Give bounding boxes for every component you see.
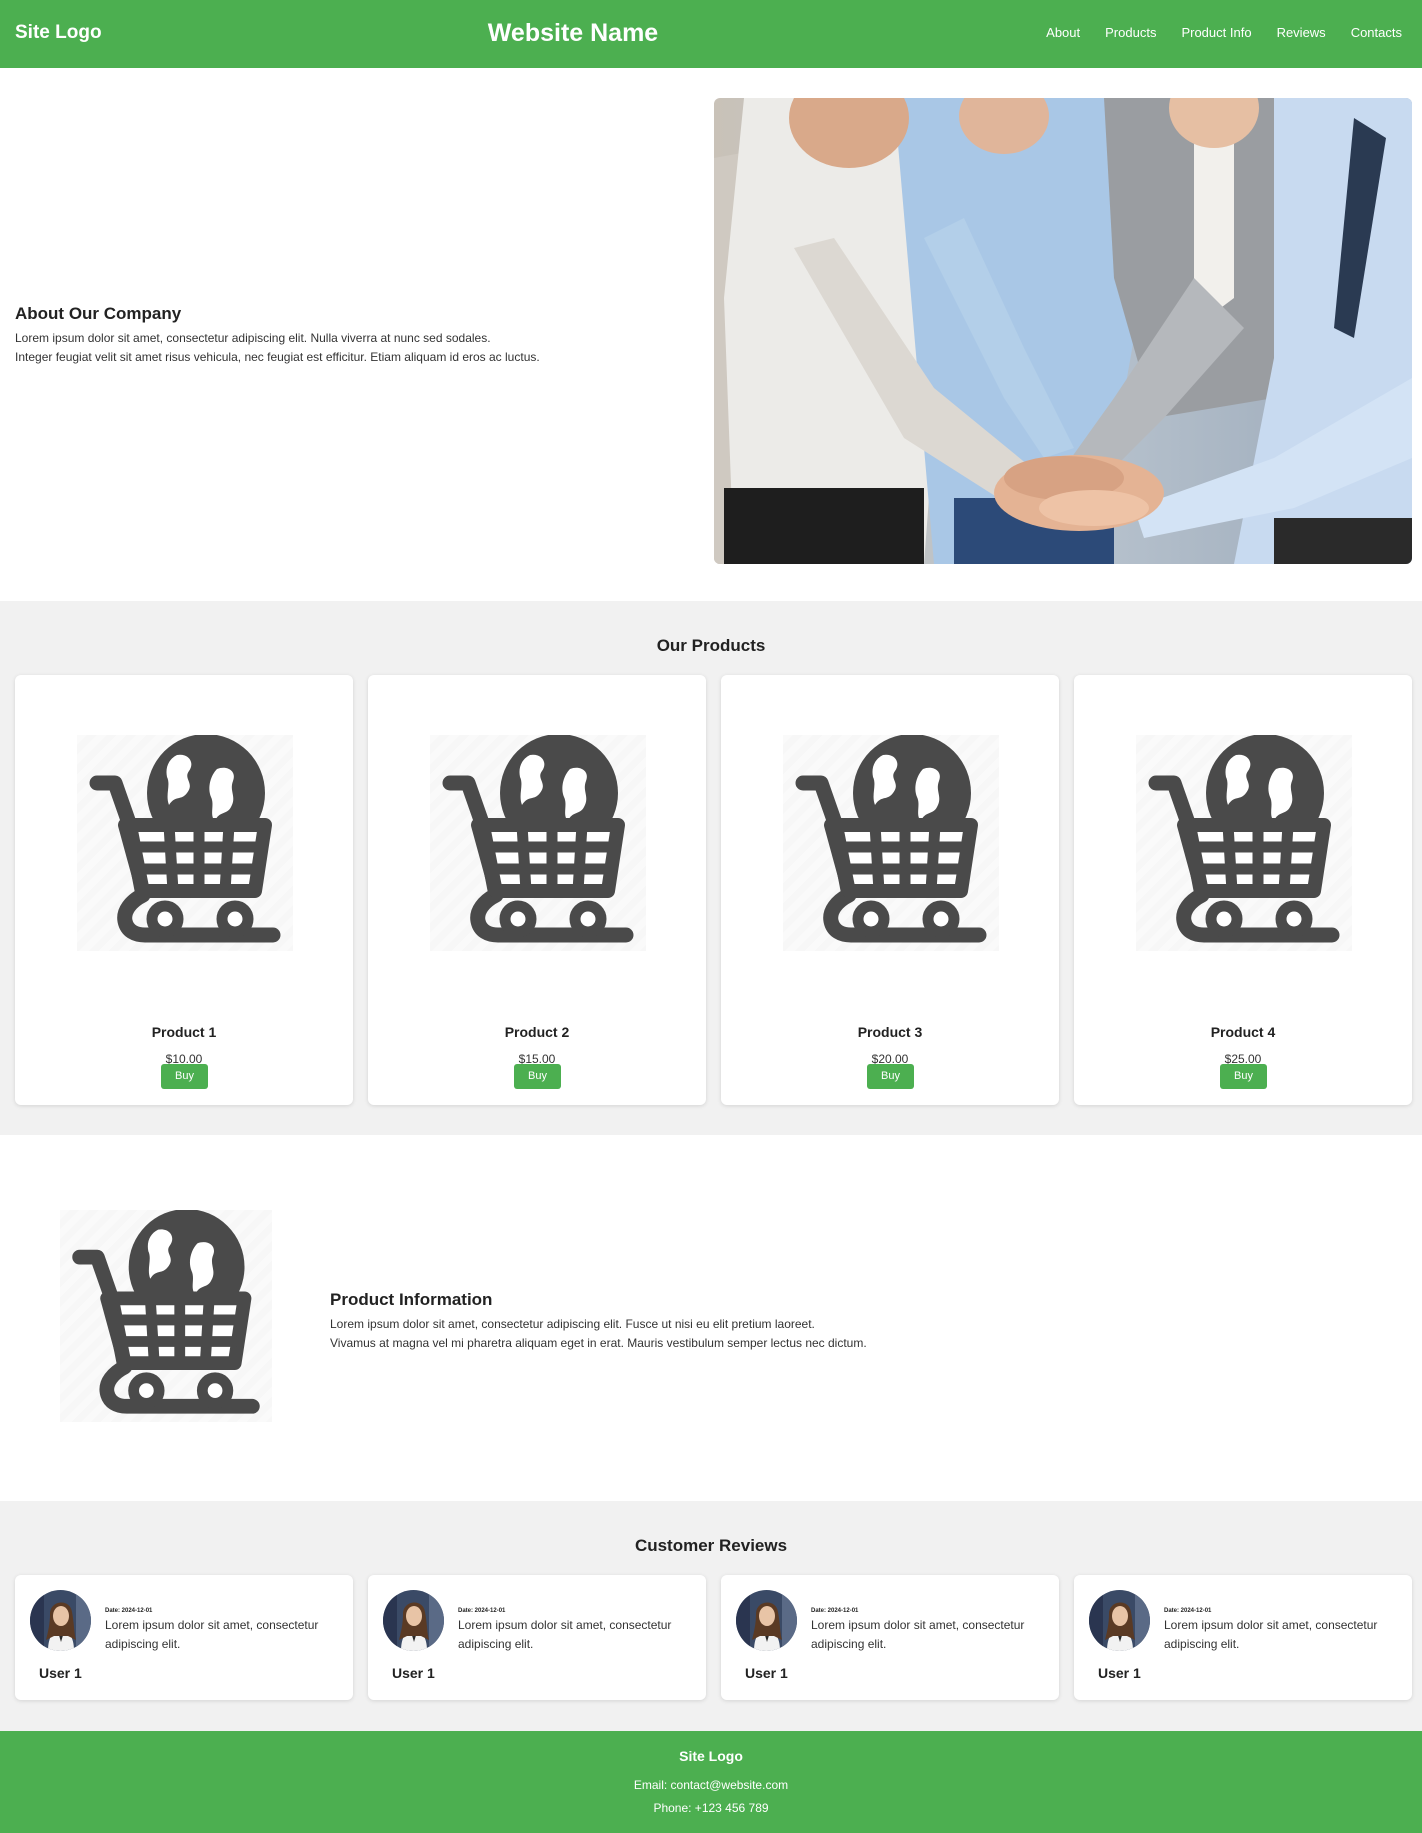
product-card: Product 4 $25.00 Buy bbox=[1074, 675, 1412, 1105]
review-user: User 1 bbox=[745, 1665, 788, 1681]
nav-link-products[interactable]: Products bbox=[1105, 25, 1156, 40]
about-text-line-1: Lorem ipsum dolor sit amet, consectetur … bbox=[15, 331, 491, 345]
review-date: Date: 2024-12-01 bbox=[811, 1608, 859, 1614]
about-section: About Our Company Lorem ipsum dolor sit … bbox=[15, 304, 655, 367]
site-header: Site Logo Website Name About Products Pr… bbox=[0, 0, 1422, 68]
nav-link-reviews[interactable]: Reviews bbox=[1277, 25, 1326, 40]
review-text: Lorem ipsum dolor sit amet, consectetur … bbox=[458, 1618, 672, 1651]
shopping-cart-globe-icon bbox=[430, 735, 646, 951]
product-info-line-2: Vivamus at magna vel mi pharetra aliquam… bbox=[330, 1336, 867, 1350]
product-info-line-1: Lorem ipsum dolor sit amet, consectetur … bbox=[330, 1317, 815, 1331]
review-user: User 1 bbox=[39, 1665, 82, 1681]
shopping-cart-globe-icon bbox=[77, 735, 293, 951]
review-user: User 1 bbox=[1098, 1665, 1141, 1681]
review-text: Lorem ipsum dolor sit amet, consectetur … bbox=[811, 1618, 1025, 1651]
avatar bbox=[383, 1590, 444, 1651]
about-title: About Our Company bbox=[15, 304, 182, 323]
buy-button[interactable]: Buy bbox=[514, 1064, 561, 1089]
buy-button[interactable]: Buy bbox=[867, 1064, 914, 1089]
product-card: Product 1 $10.00 Buy bbox=[15, 675, 353, 1105]
product-name: Product 3 bbox=[857, 1024, 923, 1040]
shopping-cart-globe-icon bbox=[1136, 735, 1352, 951]
product-name: Product 1 bbox=[151, 1024, 217, 1040]
review-text: Lorem ipsum dolor sit amet, consectetur … bbox=[1164, 1618, 1378, 1651]
nav-link-contacts[interactable]: Contacts bbox=[1351, 25, 1402, 40]
main-nav: About Products Product Info Reviews Cont… bbox=[1046, 25, 1402, 40]
review-date: Date: 2024-12-01 bbox=[105, 1608, 153, 1614]
product-info-section: Product Information Lorem ipsum dolor si… bbox=[330, 1290, 1330, 1353]
footer-email[interactable]: Email: contact@website.com bbox=[0, 1778, 1422, 1792]
review-card: Date: 2024-12-01 Lorem ipsum dolor sit a… bbox=[721, 1575, 1059, 1700]
review-date: Date: 2024-12-01 bbox=[1164, 1608, 1212, 1614]
review-card: Date: 2024-12-01 Lorem ipsum dolor sit a… bbox=[1074, 1575, 1412, 1700]
footer-phone[interactable]: Phone: +123 456 789 bbox=[0, 1801, 1422, 1815]
review-card: Date: 2024-12-01 Lorem ipsum dolor sit a… bbox=[368, 1575, 706, 1700]
team-hands-photo bbox=[714, 98, 1412, 564]
avatar bbox=[736, 1590, 797, 1651]
review-user: User 1 bbox=[392, 1665, 435, 1681]
footer-logo: Site Logo bbox=[679, 1748, 743, 1764]
shopping-cart-globe-icon bbox=[783, 735, 999, 951]
about-text-line-2: Integer feugiat velit sit amet risus veh… bbox=[15, 350, 540, 364]
shopping-cart-globe-icon bbox=[60, 1210, 272, 1422]
product-name: Product 4 bbox=[1210, 1024, 1276, 1040]
avatar bbox=[1089, 1590, 1150, 1651]
avatar bbox=[30, 1590, 91, 1651]
reviews-title: Customer Reviews bbox=[634, 1536, 788, 1555]
product-card: Product 2 $15.00 Buy bbox=[368, 675, 706, 1105]
products-section: Our Products Product 1 $10.00 Buy Produc… bbox=[0, 601, 1422, 1135]
site-footer: Site Logo Email: contact@website.com Pho… bbox=[0, 1731, 1422, 1833]
nav-link-about[interactable]: About bbox=[1046, 25, 1080, 40]
nav-link-product-info[interactable]: Product Info bbox=[1181, 25, 1251, 40]
buy-button[interactable]: Buy bbox=[1220, 1064, 1267, 1089]
site-name: Website Name bbox=[487, 19, 659, 47]
buy-button[interactable]: Buy bbox=[161, 1064, 208, 1089]
products-title: Our Products bbox=[656, 636, 766, 655]
review-date: Date: 2024-12-01 bbox=[458, 1608, 506, 1614]
product-name: Product 2 bbox=[504, 1024, 570, 1040]
product-info-title: Product Information bbox=[330, 1290, 493, 1309]
review-card: Date: 2024-12-01 Lorem ipsum dolor sit a… bbox=[15, 1575, 353, 1700]
product-card: Product 3 $20.00 Buy bbox=[721, 675, 1059, 1105]
reviews-section: Customer Reviews Date: 2024-12-01 Lorem … bbox=[0, 1501, 1422, 1731]
review-text: Lorem ipsum dolor sit amet, consectetur … bbox=[105, 1618, 319, 1651]
